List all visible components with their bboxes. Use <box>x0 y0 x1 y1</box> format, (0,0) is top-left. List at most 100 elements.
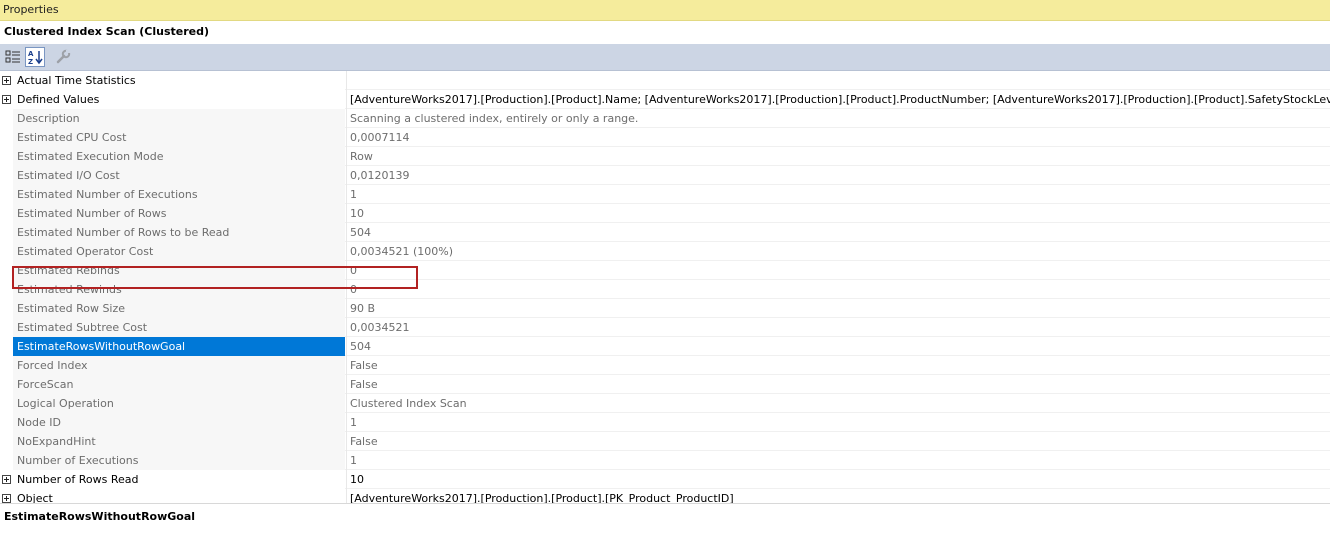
property-name[interactable]: Estimated Rebinds <box>13 261 345 280</box>
property-name[interactable]: Object <box>13 489 345 503</box>
property-row[interactable]: Estimated Number of Executions 1 <box>0 185 1330 204</box>
expand-plus-icon[interactable] <box>2 494 11 503</box>
description-panel: EstimateRowsWithoutRowGoal <box>0 503 1330 543</box>
property-value[interactable]: 1 <box>346 185 1330 204</box>
row-gutter <box>0 451 13 470</box>
properties-window-title: Properties <box>0 0 1330 21</box>
property-name[interactable]: Estimated CPU Cost <box>13 128 345 147</box>
property-value[interactable]: 90 B <box>346 299 1330 318</box>
property-row[interactable]: Description Scanning a clustered index, e… <box>0 109 1330 128</box>
row-gutter <box>0 71 13 90</box>
property-name[interactable]: EstimateRowsWithoutRowGoal <box>13 337 345 356</box>
property-value[interactable]: False <box>346 356 1330 375</box>
property-row[interactable]: Number of Executions 1 <box>0 451 1330 470</box>
property-row[interactable]: Object [AdventureWorks2017].[Production].… <box>0 489 1330 503</box>
property-value[interactable]: 0 <box>346 261 1330 280</box>
expand-plus-icon[interactable] <box>2 76 11 85</box>
categorized-button[interactable] <box>3 47 23 67</box>
property-row[interactable]: Estimated Number of Rows 10 <box>0 204 1330 223</box>
description-title: EstimateRowsWithoutRowGoal <box>4 510 196 523</box>
property-name[interactable]: Estimated I/O Cost <box>13 166 345 185</box>
property-name[interactable]: Logical Operation <box>13 394 345 413</box>
property-name[interactable]: Description <box>13 109 345 128</box>
row-gutter <box>0 299 13 318</box>
expand-plus-icon[interactable] <box>2 475 11 484</box>
categorized-icon <box>5 50 20 63</box>
row-gutter <box>0 242 13 261</box>
row-gutter <box>0 318 13 337</box>
property-name[interactable]: Number of Executions <box>13 451 345 470</box>
property-row[interactable]: Estimated Rebinds 0 <box>0 261 1330 280</box>
property-row[interactable]: Logical Operation Clustered Index Scan <box>0 394 1330 413</box>
property-row[interactable]: Estimated Row Size 90 B <box>0 299 1330 318</box>
property-row[interactable]: Number of Rows Read 10 <box>0 470 1330 489</box>
property-value[interactable]: Clustered Index Scan <box>346 394 1330 413</box>
property-row[interactable]: Node ID 1 <box>0 413 1330 432</box>
row-gutter <box>0 489 13 503</box>
property-value[interactable]: Scanning a clustered index, entirely or … <box>346 109 1330 128</box>
row-gutter <box>0 280 13 299</box>
property-pages-button[interactable] <box>53 47 73 67</box>
property-value[interactable]: 10 <box>346 470 1330 489</box>
property-row[interactable]: EstimateRowsWithoutRowGoal 504 <box>0 337 1330 356</box>
property-name[interactable]: Node ID <box>13 413 345 432</box>
property-name[interactable]: Estimated Number of Rows to be Read <box>13 223 345 242</box>
row-gutter <box>0 166 13 185</box>
property-value[interactable]: 10 <box>346 204 1330 223</box>
property-name[interactable]: Number of Rows Read <box>13 470 345 489</box>
property-row[interactable]: Estimated Operator Cost 0,0034521 (100%) <box>0 242 1330 261</box>
property-value[interactable]: 0,0120139 <box>346 166 1330 185</box>
property-name[interactable]: ForceScan <box>13 375 345 394</box>
row-gutter <box>0 375 13 394</box>
property-name[interactable]: Estimated Rewinds <box>13 280 345 299</box>
property-value[interactable]: [AdventureWorks2017].[Production].[Produ… <box>346 90 1330 109</box>
property-grid: Actual Time Statistics Defined Values [Adv… <box>0 71 1330 503</box>
property-value[interactable]: 1 <box>346 451 1330 470</box>
expand-plus-icon[interactable] <box>2 95 11 104</box>
property-value[interactable]: 0 <box>346 280 1330 299</box>
row-gutter <box>0 413 13 432</box>
property-name[interactable]: Estimated Subtree Cost <box>13 318 345 337</box>
property-pages-wrench-icon <box>56 49 71 64</box>
property-name[interactable]: Estimated Number of Rows <box>13 204 345 223</box>
property-value[interactable]: False <box>346 432 1330 451</box>
property-row[interactable]: Estimated Subtree Cost 0,0034521 <box>0 318 1330 337</box>
properties-toolbar: A Z <box>0 44 1330 71</box>
row-gutter <box>0 470 13 489</box>
property-row[interactable]: ForceScan False <box>0 375 1330 394</box>
property-row[interactable]: Forced Index False <box>0 356 1330 375</box>
row-gutter <box>0 109 13 128</box>
svg-text:A: A <box>28 50 34 58</box>
property-value[interactable]: 504 <box>346 337 1330 356</box>
alphabetical-button[interactable]: A Z <box>25 47 45 67</box>
property-name[interactable]: Defined Values <box>13 90 345 109</box>
row-gutter <box>0 204 13 223</box>
property-row[interactable]: Defined Values [AdventureWorks2017].[Prod… <box>0 90 1330 109</box>
property-name[interactable]: Actual Time Statistics <box>13 71 345 90</box>
property-value[interactable]: False <box>346 375 1330 394</box>
row-gutter <box>0 394 13 413</box>
property-value[interactable]: 0,0034521 (100%) <box>346 242 1330 261</box>
property-name[interactable]: NoExpandHint <box>13 432 345 451</box>
property-name[interactable]: Forced Index <box>13 356 345 375</box>
property-name[interactable]: Estimated Operator Cost <box>13 242 345 261</box>
property-name[interactable]: Estimated Execution Mode <box>13 147 345 166</box>
property-row[interactable]: Estimated I/O Cost 0,0120139 <box>0 166 1330 185</box>
property-value[interactable]: 0,0007114 <box>346 128 1330 147</box>
row-gutter <box>0 432 13 451</box>
property-row[interactable]: NoExpandHint False <box>0 432 1330 451</box>
property-row[interactable]: Estimated CPU Cost 0,0007114 <box>0 128 1330 147</box>
property-value[interactable]: 0,0034521 <box>346 318 1330 337</box>
property-value[interactable]: 504 <box>346 223 1330 242</box>
property-row[interactable]: Actual Time Statistics <box>0 71 1330 90</box>
property-value[interactable]: 1 <box>346 413 1330 432</box>
property-name[interactable]: Estimated Number of Executions <box>13 185 345 204</box>
property-name[interactable]: Estimated Row Size <box>13 299 345 318</box>
row-gutter <box>0 185 13 204</box>
property-row[interactable]: Estimated Execution Mode Row <box>0 147 1330 166</box>
property-row[interactable]: Estimated Number of Rows to be Read 504 <box>0 223 1330 242</box>
property-value[interactable]: Row <box>346 147 1330 166</box>
property-row[interactable]: Estimated Rewinds 0 <box>0 280 1330 299</box>
property-value[interactable] <box>346 71 1330 90</box>
property-value[interactable]: [AdventureWorks2017].[Production].[Produ… <box>346 489 1330 503</box>
